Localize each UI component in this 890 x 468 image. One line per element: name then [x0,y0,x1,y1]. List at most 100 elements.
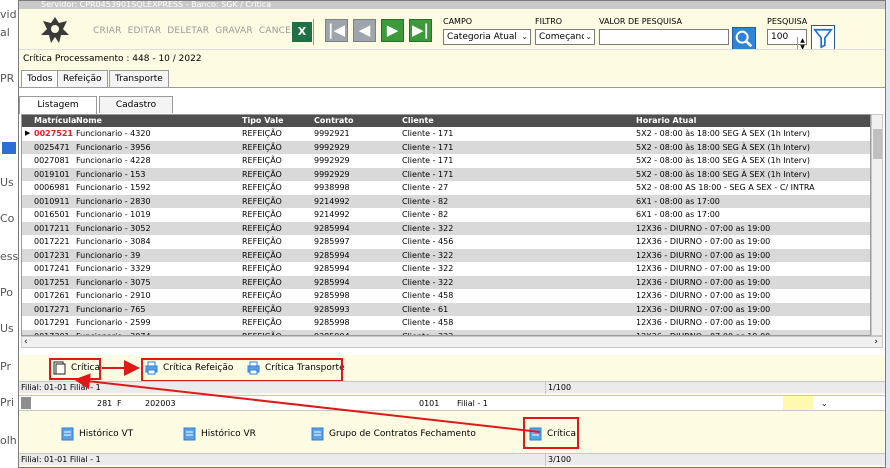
table-cell: 12X36 - DIURNO - 07:00 as 19:00 [636,264,771,273]
table-cell: Funcionario - 4320 [76,129,151,138]
current-row-icon: ▶ [25,129,31,137]
document-icon [311,427,324,441]
col-contrato[interactable]: Contrato [314,115,354,127]
bg-fragment: Co [0,212,15,225]
table-cell: 0016501 [34,210,70,219]
table-cell: Cliente - 61 [402,304,449,314]
table-row[interactable]: 0006981 Funcionario - 1592 REFEIÇÃO 9938998… [22,181,870,195]
deletar-button[interactable]: DELETAR [167,26,209,36]
table-cell: 0019101 [34,169,70,179]
table-row[interactable]: 0016501 Funcionario - 1019 REFEIÇÃO 9214992… [22,208,870,222]
bg-fragment: Us [0,176,14,189]
table-cell: Funcionario - 1592 [76,183,151,192]
table-row[interactable]: 0017261 Funcionario - 2910 REFEIÇÃO 9285998… [22,289,870,303]
toolbar-divider [313,19,314,45]
col-matricula[interactable]: Matrícula [34,115,76,127]
table-cell: 12X36 - DIURNO - 07:00 as 19:00 [636,277,771,287]
first-record-button[interactable]: |◀ [325,19,348,42]
next-record-button[interactable]: ▶ [381,19,404,42]
tab-refeicao[interactable]: Refeição [57,70,108,87]
scroll-left-icon[interactable]: ‹ [24,337,28,347]
valor-pesquisa-input[interactable] [599,29,729,45]
table-row[interactable]: 0010911 Funcionario - 2830 REFEIÇÃO 9214992… [22,194,870,208]
col-horario-atual[interactable]: Horario Atual [636,115,696,127]
bg-fragment: olh [0,434,17,447]
campo-value: Categoria Atual [447,32,517,42]
table-row[interactable]: ▶ 0027521 Funcionario - 4320 REFEIÇÃO 999292… [22,127,870,141]
filter-button[interactable] [811,25,835,51]
chevron-down-icon[interactable]: ⌄ [821,397,828,411]
tab-transporte[interactable]: Transporte [109,70,169,87]
table-row[interactable]: 0017291 Funcionario - 2599 REFEIÇÃO 9285998… [22,316,870,330]
table-cell: Funcionario - 1019 [76,210,151,219]
col-cliente[interactable]: Cliente [402,115,434,127]
table-body: ▶ 0027521 Funcionario - 4320 REFEIÇÃO 999292… [22,127,870,335]
table-row[interactable]: 0017221 Funcionario - 3084 REFEIÇÃO 9285997… [22,235,870,249]
table-cell: 9992921 [314,129,350,138]
table-cell: 9285993 [314,304,350,314]
table-cell: 6X1 - 08:00 as 17:00 [636,196,720,206]
table-cell: 9214992 [314,210,350,219]
historico-vt-button[interactable]: Histórico VT [59,425,133,445]
table-cell: 9992929 [314,169,350,179]
table-cell: 0017271 [34,304,70,314]
table-cell: 9285997 [314,237,350,246]
table-row[interactable]: 0017211 Funcionario - 3052 REFEIÇÃO 9285994… [22,221,870,235]
filial-status: Filial: 01-01 Filial - 1 [21,383,101,392]
table-row[interactable]: 0025471 Funcionario - 3956 REFEIÇÃO 9992929… [22,140,870,154]
detail-cell: 0101 [419,399,440,408]
table-cell: REFEIÇÃO [242,237,282,246]
table-cell: 9214992 [314,196,350,206]
excel-export-icon[interactable]: X [292,22,312,42]
tab-cadastro[interactable]: Cadastro [99,96,173,113]
table-cell: REFEIÇÃO [242,223,282,233]
search-button[interactable] [732,27,756,51]
gravar-button[interactable]: GRAVAR [215,26,253,36]
table-cell: Funcionario - 765 [76,304,146,314]
table-cell: 9992929 [314,142,350,152]
table-row[interactable]: 0017241 Funcionario - 3329 REFEIÇÃO 9285994… [22,262,870,276]
historico-vr-button[interactable]: Histórico VR [181,425,256,445]
bg-fragment: ess [0,250,19,263]
col-nome[interactable]: Nome [76,115,102,127]
window-title: Servidor: CPR0453901SQLEXPRESS - Banco: … [19,1,885,9]
col-tipo-vale[interactable]: Tipo Vale [242,115,284,127]
horizontal-scrollbar[interactable]: ‹ › [21,336,883,348]
table-cell: 9285998 [314,318,350,327]
table-row[interactable]: 0019101 Funcionario - 153 REFEIÇÃO 9992929 C… [22,167,870,181]
pesquisa-label: PESQUISA [767,17,808,26]
scroll-right-icon[interactable]: › [874,337,878,347]
campo-select[interactable]: Categoria Atual ⌄ [443,29,531,45]
table-row[interactable]: 0017231 Funcionario - 39 REFEIÇÃO 9285994 Cl… [22,248,870,262]
detail-cell: 281 [97,399,113,408]
grupo-contratos-button[interactable]: Grupo de Contratos Fechamento [309,425,476,445]
tab-todos[interactable]: Todos [21,70,59,87]
editar-button[interactable]: EDITAR [128,26,162,36]
bg-fragment: vid [0,8,17,21]
table-row[interactable]: 0017271 Funcionario - 765 REFEIÇÃO 9285993 C… [22,302,870,316]
tab-listagem[interactable]: Listagem [19,96,97,114]
page-counter: 3/100 [545,454,571,466]
vertical-scrollbar[interactable] [871,114,883,336]
chevron-down-icon: ⌄ [584,30,592,44]
table-row[interactable]: 0027081 Funcionario - 4228 REFEIÇÃO 9992929… [22,154,870,168]
criar-button[interactable]: CRIAR [93,26,122,36]
bg-blue-marker [2,142,16,154]
table-cell: 6X1 - 08:00 as 17:00 [636,210,720,219]
filtro-select[interactable]: Começando ⌄ [535,29,595,45]
last-record-button[interactable]: ▶| [409,19,432,42]
row-indicator [21,397,31,409]
table-cell: 9938998 [314,183,350,192]
detail-row: 281 F 202003 0101 Filial - 1 ⌄ [19,395,885,411]
table-header: Matrícula Nome Tipo Vale Contrato Client… [22,115,870,127]
table-cell: Funcionario - 2910 [76,291,151,300]
document-icon [183,427,196,441]
table-cell: REFEIÇÃO [242,196,282,206]
prev-record-button[interactable]: ◀ [353,19,376,42]
table-row[interactable]: 0017251 Funcionario - 3075 REFEIÇÃO 9285994… [22,275,870,289]
scrollbar-thumb[interactable] [873,129,882,159]
bg-fragment: Pr [0,360,11,373]
table-cell: Funcionario - 3956 [76,142,151,152]
critica-window: Servidor: CPR0453901SQLEXPRESS - Banco: … [18,0,886,468]
table-cell: Cliente - 322 [402,223,454,233]
